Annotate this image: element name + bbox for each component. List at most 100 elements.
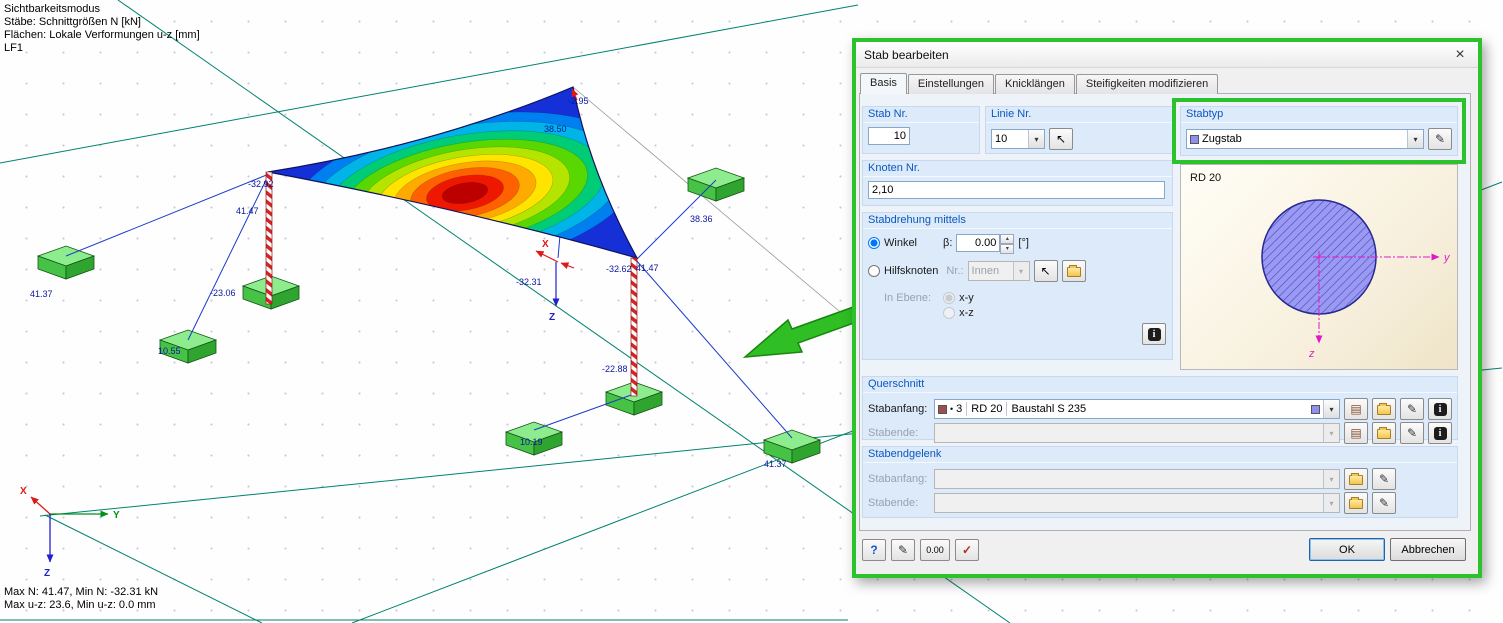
querschnitt-anfang-select[interactable]: • 3 RD 20 Baustahl S 235 ▾ <box>934 399 1340 419</box>
group-stabendgelenk: Stabendgelenk Stabanfang: ▾ ✎ Stabende: <box>862 446 1458 518</box>
edit-gelenk-anfang-button[interactable]: ✎ <box>1372 468 1396 490</box>
plane-xz-label: x-z <box>959 307 974 319</box>
in-ebene-label: In Ebene: <box>884 292 932 304</box>
edit-section-button[interactable]: ✎ <box>1400 398 1424 420</box>
edit-icon: ✎ <box>1378 472 1390 486</box>
tab-steifigkeiten[interactable]: Steifigkeiten modifizieren <box>1075 74 1219 94</box>
comment-button[interactable]: ✎ <box>891 538 915 561</box>
force-label: -32.92 <box>248 179 274 189</box>
edit-gelenk-ende-button[interactable]: ✎ <box>1372 492 1396 514</box>
y-axis-label: y <box>1443 252 1451 264</box>
group-title: Knoten Nr. <box>863 161 1172 177</box>
force-label: 38.50 <box>544 124 567 134</box>
linie-nr-select[interactable]: 10 ▾ <box>991 129 1045 149</box>
svg-text:Z: Z <box>549 312 555 323</box>
folder-icon <box>1066 265 1081 277</box>
beta-label: β: <box>943 237 953 249</box>
force-label: -22.88 <box>602 364 628 374</box>
force-label: -32.62 <box>606 264 632 274</box>
force-label: 38.36 <box>690 214 713 224</box>
dialog-footer: ? ✎ 0.00 ✓ OK Abbrechen <box>862 538 1466 561</box>
group-title: Stabtyp <box>1181 107 1457 123</box>
folder-icon <box>1349 473 1363 485</box>
group-stabdrehung: Stabdrehung mittels Winkel β: ▴ ▾ <box>862 212 1173 360</box>
hilfsknoten-radio-input[interactable] <box>868 265 880 277</box>
dialog-title: Stab bearbeiten <box>864 47 949 62</box>
section-library-button-end[interactable]: ▤ <box>1344 422 1368 444</box>
winkel-radio-input[interactable] <box>868 237 880 249</box>
edit-section-button-end[interactable]: ✎ <box>1400 422 1424 444</box>
force-label: 10.55 <box>158 346 181 356</box>
svg-text:Y: Y <box>113 510 120 521</box>
edit-stabtyp-button[interactable]: ✎ <box>1428 128 1452 150</box>
info-line: Flächen: Lokale Verformungen u-z [mm] <box>4 29 200 41</box>
group-querschnitt: Querschnitt Stabanfang: • 3 RD 20 Bausta… <box>862 376 1458 444</box>
stab-nr-input[interactable] <box>868 127 910 145</box>
folder-icon <box>1349 497 1363 509</box>
spin-down-icon[interactable]: ▾ <box>1000 244 1015 254</box>
winkel-radio[interactable]: Winkel <box>868 237 917 249</box>
folder-icon <box>1377 403 1391 415</box>
force-label: -32.31 <box>516 277 542 287</box>
apply-check-button[interactable]: ✓ <box>955 538 979 561</box>
stabanfang-label: Stabanfang: <box>868 473 928 485</box>
plane-xy-radio[interactable]: x-y <box>943 292 974 304</box>
spin-up-icon[interactable]: ▴ <box>1000 234 1015 244</box>
view-info: Sichtbarkeitsmodus Stäbe: Schnittgrößen … <box>4 3 200 55</box>
chevron-down-icon[interactable]: ▾ <box>1407 130 1423 148</box>
folder-icon <box>1377 427 1391 439</box>
info-button[interactable]: i <box>1142 323 1166 345</box>
check-icon: ✓ <box>961 542 973 557</box>
new-section-button[interactable] <box>1372 398 1396 420</box>
stabtyp-select[interactable]: Zugstab ▾ <box>1186 129 1424 149</box>
chevron-down-icon[interactable]: ▾ <box>1028 130 1044 148</box>
chevron-down-icon[interactable]: ▾ <box>1323 400 1339 418</box>
contour-plot <box>267 86 639 259</box>
help-button[interactable]: ? <box>862 538 886 561</box>
tab-basis[interactable]: Basis <box>860 73 907 94</box>
tab-knicklaengen[interactable]: Knicklängen <box>994 74 1075 94</box>
section-number: 3 <box>956 403 963 415</box>
svg-text:Z: Z <box>44 568 50 579</box>
section-info-button-end[interactable]: i <box>1428 422 1452 444</box>
section-info-button[interactable]: i <box>1428 398 1452 420</box>
section-drawing: y z <box>1261 199 1451 360</box>
pick-line-button[interactable]: ↖ <box>1049 128 1073 150</box>
new-node-button[interactable] <box>1061 260 1086 282</box>
units-button[interactable]: 0.00 <box>920 538 950 561</box>
new-gelenk-anfang-button[interactable] <box>1344 468 1368 490</box>
gelenk-ende-select: ▾ <box>934 493 1340 513</box>
cancel-button[interactable]: Abbrechen <box>1390 538 1466 561</box>
close-icon[interactable]: × <box>1450 46 1470 64</box>
material-color-swatch <box>1311 404 1320 414</box>
bullet-icon: • <box>950 404 954 414</box>
edit-member-dialog: Stab bearbeiten × Basis Einstellungen Kn… <box>852 38 1482 578</box>
help-icon: ? <box>870 542 878 557</box>
nr-label: Nr.: <box>946 265 964 277</box>
gelenk-anfang-select: ▾ <box>934 469 1340 489</box>
new-section-button-end[interactable] <box>1372 422 1396 444</box>
knoten-nr-input[interactable] <box>868 181 1165 199</box>
group-linie-nr: Linie Nr. 10 ▾ ↖ <box>985 106 1173 154</box>
new-gelenk-ende-button[interactable] <box>1344 492 1368 514</box>
hilfsknoten-radio[interactable]: Hilfsknoten <box>868 265 938 277</box>
library-icon: ▤ <box>1350 426 1362 440</box>
pick-node-button[interactable]: ↖ <box>1033 260 1058 282</box>
tab-einstellungen[interactable]: Einstellungen <box>907 74 994 94</box>
hilfsknoten-select: Innen ▾ <box>967 261 1030 281</box>
group-title: Querschnitt <box>863 377 1457 393</box>
beta-input[interactable] <box>956 234 1001 252</box>
edit-icon: ✎ <box>1406 426 1418 440</box>
info-icon: i <box>1433 402 1447 416</box>
divider <box>1006 402 1008 416</box>
ok-button[interactable]: OK <box>1309 538 1385 561</box>
plane-xz-radio[interactable]: x-z <box>943 307 974 319</box>
info-line: LF1 <box>4 42 23 54</box>
dialog-titlebar[interactable]: Stab bearbeiten × <box>856 42 1478 68</box>
z-axis-label: z <box>1308 348 1315 360</box>
force-label: 41.37 <box>30 289 53 299</box>
edit-icon: ✎ <box>1434 132 1446 146</box>
pick-icon: ↖ <box>1055 132 1067 146</box>
tabstrip: Basis Einstellungen Knicklängen Steifigk… <box>860 73 1219 94</box>
section-library-button[interactable]: ▤ <box>1344 398 1368 420</box>
